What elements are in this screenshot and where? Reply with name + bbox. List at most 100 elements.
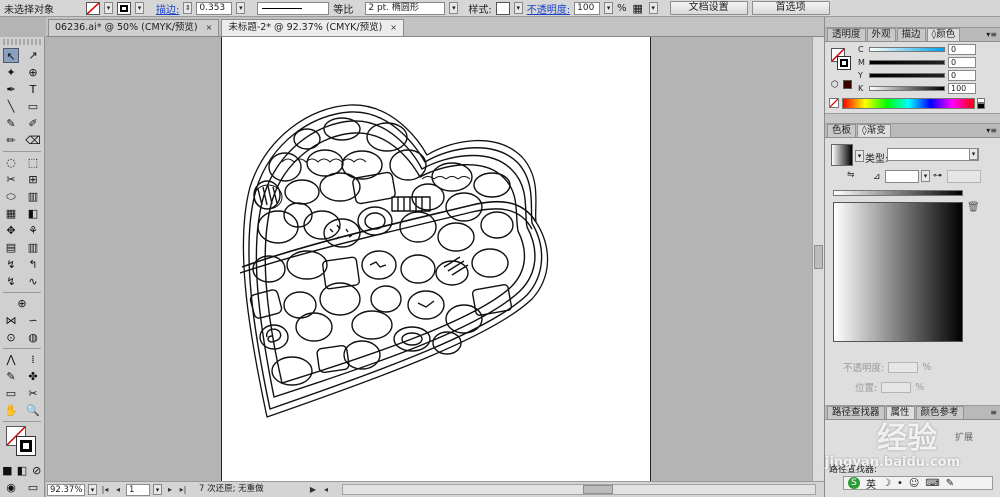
channel-y-slider[interactable]: [869, 73, 945, 78]
draw-normal-icon[interactable]: ◉: [3, 480, 19, 495]
tool-icon[interactable]: ⬚: [25, 155, 41, 170]
zoom-dropdown[interactable]: ▾: [88, 484, 97, 495]
tool-icon[interactable]: ↖: [3, 48, 19, 63]
channel-c-value[interactable]: 0: [948, 44, 976, 55]
preferences-button[interactable]: 首选项: [751, 1, 830, 15]
zoom-field[interactable]: 92.37%: [47, 483, 85, 496]
none-mode-icon[interactable]: ⊘: [29, 463, 44, 478]
recolor-dropdown[interactable]: ▾: [648, 2, 658, 14]
tool-icon[interactable]: ⬭: [3, 189, 19, 204]
tool-icon[interactable]: ⊞: [25, 172, 41, 187]
channel-m-value[interactable]: 0: [948, 57, 976, 68]
stop-opacity-field[interactable]: [888, 361, 919, 373]
hscroll-left-icon[interactable]: ◂: [321, 485, 331, 494]
gradient-preview-swatch[interactable]: [831, 144, 853, 166]
prev-artboard-icon[interactable]: ◂: [113, 485, 123, 494]
panel-menu-icon[interactable]: ▾≡: [986, 29, 997, 41]
stroke-weight-link[interactable]: 描边:: [156, 1, 179, 16]
tool-icon[interactable]: ∿: [25, 274, 41, 289]
recolor-artwork-icon[interactable]: ▦: [631, 1, 645, 16]
artboard[interactable]: [221, 37, 651, 481]
stroke-dropdown[interactable]: ▾: [135, 2, 144, 14]
tool-icon[interactable]: ✒: [3, 82, 19, 97]
channel-c-slider[interactable]: [869, 47, 945, 52]
tab-document-2[interactable]: 未标题-2* @ 92.37% (CMYK/预览) ×: [221, 19, 404, 36]
tab-document-1[interactable]: 06236.ai* @ 50% (CMYK/预览) ×: [48, 19, 220, 36]
tool-icon[interactable]: ✂: [3, 172, 19, 187]
gradient-preset-dropdown[interactable]: ▾: [855, 150, 864, 162]
screen-mode-icon[interactable]: ▭: [25, 480, 41, 495]
fill-stroke-control[interactable]: [4, 424, 40, 460]
tool-icon[interactable]: ▦: [3, 206, 19, 221]
scrollbar-thumb[interactable]: [583, 485, 613, 494]
stroke-proxy[interactable]: [16, 436, 36, 456]
stroke-weight-dropdown[interactable]: ▾: [236, 2, 246, 14]
panel-group-header[interactable]: [825, 114, 1000, 124]
dock-header[interactable]: [825, 17, 1000, 28]
ime-dot-icon[interactable]: •: [897, 478, 903, 489]
aspect-ratio-field[interactable]: [947, 170, 981, 183]
channel-k-slider[interactable]: [869, 86, 945, 91]
tool-icon[interactable]: ⋈: [3, 313, 19, 328]
tool-icon[interactable]: ▥: [25, 189, 41, 204]
delete-stop-icon[interactable]: 🗑: [967, 202, 980, 213]
channel-m-slider[interactable]: [869, 60, 945, 65]
reverse-gradient-icon[interactable]: ⇋: [847, 170, 855, 180]
ime-toolbar[interactable]: S 英 ☽ • ☺ ⌨ ✎: [843, 476, 993, 491]
scrollbar-thumb[interactable]: [814, 245, 823, 269]
first-artboard-icon[interactable]: |◂: [100, 485, 110, 494]
fill-dropdown[interactable]: ▾: [104, 2, 113, 14]
tool-icon[interactable]: ⁞: [25, 352, 41, 367]
tab-appearance[interactable]: 外观: [866, 28, 896, 41]
fill-swatch[interactable]: [86, 1, 100, 15]
out-of-gamut-icon[interactable]: ⬡: [831, 80, 839, 90]
close-icon[interactable]: ×: [390, 20, 397, 36]
style-dropdown[interactable]: ▾: [513, 2, 523, 14]
tool-icon[interactable]: ▤: [3, 240, 19, 255]
gamut-swatch[interactable]: [843, 80, 852, 89]
expand-label[interactable]: 扩展: [955, 430, 973, 443]
tool-icon[interactable]: ✦: [3, 65, 19, 80]
tool-icon[interactable]: ✋: [3, 403, 19, 418]
tool-icon[interactable]: ✥: [3, 223, 19, 238]
ime-tool-icon[interactable]: ✎: [946, 478, 954, 489]
tab-swatches[interactable]: 色板: [827, 124, 857, 137]
gradient-slider[interactable]: [833, 190, 963, 196]
opacity-link[interactable]: 不透明度:: [527, 1, 570, 16]
tool-icon[interactable]: ▭: [3, 386, 19, 401]
gradient-angle-field[interactable]: [885, 170, 919, 183]
artboard-dropdown[interactable]: ▾: [153, 484, 162, 495]
tool-icon[interactable]: ╲: [3, 99, 19, 114]
tab-transparency[interactable]: 透明度: [827, 28, 866, 41]
opacity-dropdown[interactable]: ▾: [604, 2, 614, 14]
stroke-stepper[interactable]: ⇕: [183, 2, 193, 14]
canvas-horizontal-scrollbar[interactable]: [342, 484, 816, 495]
channel-k-value[interactable]: 100: [948, 83, 976, 94]
tool-icon[interactable]: ▭: [25, 99, 41, 114]
tool-icon[interactable]: ✤: [25, 369, 41, 384]
next-artboard-icon[interactable]: ▸: [165, 485, 175, 494]
brush-dropdown[interactable]: ▾: [449, 2, 459, 14]
gradient-mode-icon[interactable]: ◧: [15, 463, 30, 478]
variable-width-profile[interactable]: [257, 1, 330, 15]
gradient-preview-large[interactable]: [833, 202, 963, 342]
tab-gradient[interactable]: ◊渐变: [857, 124, 891, 137]
tool-icon[interactable]: ⌫: [25, 133, 41, 148]
ime-language[interactable]: 英: [866, 476, 876, 491]
tab-stroke[interactable]: 描边: [896, 28, 926, 41]
tool-icon[interactable]: 🔍: [25, 403, 41, 418]
document-setup-button[interactable]: 文档设置: [669, 1, 748, 15]
panel-menu-icon[interactable]: ▾≡: [986, 125, 997, 137]
graphic-style-swatch[interactable]: [495, 1, 510, 15]
color-mode-icon[interactable]: ■: [0, 463, 15, 478]
stroke-weight-field[interactable]: 0.353: [196, 1, 233, 15]
tool-icon[interactable]: ∽: [25, 313, 41, 328]
tool-icon[interactable]: ✐: [25, 116, 41, 131]
tool-icon[interactable]: ◍: [25, 330, 41, 345]
opacity-field[interactable]: 100: [574, 1, 601, 15]
channel-y-value[interactable]: 0: [948, 70, 976, 81]
tool-icon[interactable]: ✎: [3, 116, 19, 131]
tool-icon[interactable]: ✂: [25, 386, 41, 401]
panel-menu-icon[interactable]: ≡: [990, 407, 997, 419]
none-color-swatch[interactable]: [829, 98, 839, 108]
